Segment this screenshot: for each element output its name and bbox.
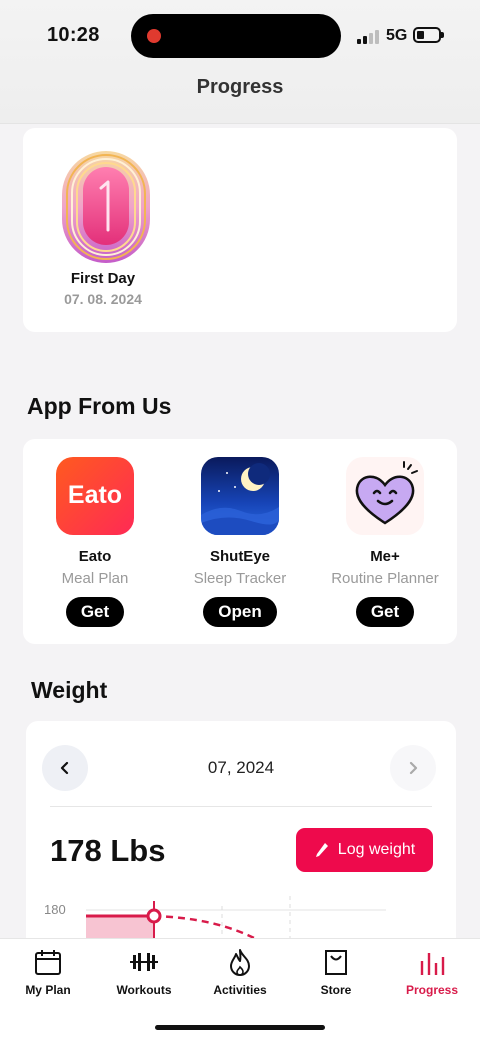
weight-card: 07, 2024 178 Lbs Log weight 180 — [26, 721, 456, 951]
app-eato: Eato Eato Meal Plan Get — [20, 457, 170, 627]
recording-indicator-icon — [147, 29, 161, 43]
badge-title: First Day — [70, 270, 136, 287]
tab-label: Store — [320, 983, 352, 997]
weight-chart — [86, 896, 386, 941]
divider — [50, 806, 432, 807]
tab-label: Workouts — [116, 983, 172, 997]
eato-app-icon[interactable]: Eato — [56, 457, 134, 535]
app-meplus: Me+ Routine Planner Get — [310, 457, 460, 627]
tab-activities[interactable]: Activities — [192, 947, 288, 997]
apps-section-title: App From Us — [27, 393, 172, 419]
app-shuteye: ShutEye Sleep Tracker Open — [165, 457, 315, 627]
badge-date: 07. 08. 2024 — [64, 291, 142, 307]
apps-card: Eato Eato Meal Plan Get ShutEye Sleep Tr… — [23, 439, 457, 644]
tab-label: Progress — [405, 983, 459, 997]
app-name: Eato — [78, 548, 112, 565]
open-shuteye-button[interactable]: Open — [203, 597, 277, 627]
cellular-signal-icon — [357, 28, 379, 44]
dumbbell-icon — [130, 953, 158, 971]
app-subtitle: Meal Plan — [61, 570, 129, 587]
y-axis-tick: 180 — [44, 902, 66, 917]
app-subtitle: Routine Planner — [331, 570, 439, 587]
current-weight: 178 Lbs — [50, 833, 166, 868]
first-day-badge-icon — [62, 151, 150, 263]
shopping-bag-icon — [325, 950, 347, 975]
home-indicator — [155, 1025, 325, 1030]
tab-store[interactable]: Store — [288, 947, 384, 997]
log-weight-label: Log weight — [337, 841, 416, 858]
tab-label: My Plan — [25, 983, 71, 997]
chevron-right-icon — [409, 761, 418, 775]
flame-icon — [230, 949, 250, 976]
achievement-card: First Day 07. 08. 2024 — [23, 128, 457, 332]
tab-workouts[interactable]: Workouts — [96, 947, 192, 997]
bar-chart-icon — [420, 953, 445, 975]
status-bar: 10:28 5G — [0, 0, 480, 74]
app-name: ShutEye — [209, 548, 270, 565]
weight-section-title: Weight — [31, 677, 108, 703]
next-month-button[interactable] — [390, 745, 436, 791]
shuteye-moon-icon[interactable] — [201, 457, 279, 535]
tab-my-plan[interactable]: My Plan — [0, 947, 96, 997]
get-eato-button[interactable]: Get — [65, 597, 125, 627]
app-name: Me+ — [370, 548, 400, 565]
tab-label: Activities — [213, 983, 267, 997]
page-title: Progress — [196, 76, 284, 98]
battery-icon — [413, 27, 444, 43]
log-weight-button[interactable]: Log weight — [296, 828, 433, 872]
calendar-icon — [35, 950, 61, 975]
bottom-tab-bar: My Plan Workouts Activities Store Progre… — [0, 938, 480, 1040]
dynamic-island — [131, 14, 341, 58]
tab-progress[interactable]: Progress — [384, 947, 480, 997]
app-subtitle: Sleep Tracker — [193, 570, 287, 587]
pencil-icon — [315, 843, 328, 857]
network-type: 5G — [386, 27, 408, 44]
status-time: 10:28 — [47, 24, 100, 46]
eato-logo-text: Eato — [67, 481, 123, 509]
get-meplus-button[interactable]: Get — [355, 597, 415, 627]
smiling-heart-icon[interactable] — [346, 457, 424, 535]
